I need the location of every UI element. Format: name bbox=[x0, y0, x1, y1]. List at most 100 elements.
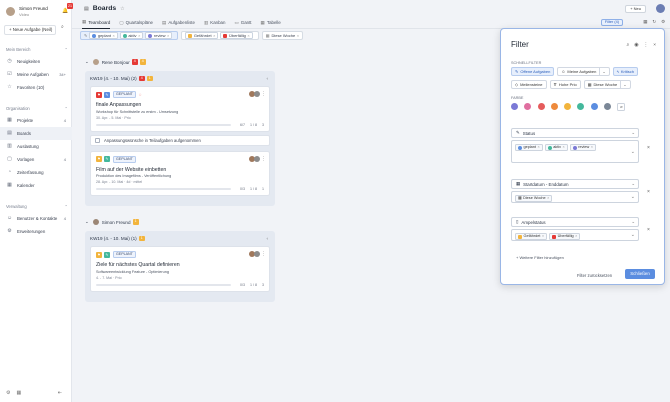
subtask-row[interactable]: Anpassungswünsche in Teilaufgaben aufgen… bbox=[90, 134, 270, 146]
sidebar-item-my-tasks[interactable]: ☑ Meine Aufgaben 34+ bbox=[0, 68, 72, 81]
tab-task-list[interactable]: ▤ Aufgabenliste bbox=[162, 17, 195, 29]
user-profile[interactable]: Simon Freund Video bbox=[0, 0, 71, 21]
chevron-down-icon[interactable]: ⌄ bbox=[599, 68, 606, 75]
remove-filter-icon[interactable]: × bbox=[647, 145, 650, 151]
section-mein-bereich[interactable]: Mein Bereich ⌃ bbox=[6, 47, 68, 52]
ampel-filter-chip[interactable]: Gefährdet × Überfällig × bbox=[181, 31, 259, 40]
status-filter-select[interactable]: ✎ Status ⌄ bbox=[511, 128, 639, 138]
search-icon[interactable]: ⌕ bbox=[627, 43, 630, 48]
quickfilter-high-prio[interactable]: ⇈ Hohe Prio bbox=[549, 80, 581, 89]
refresh-icon[interactable]: ↻ bbox=[652, 19, 656, 24]
sidebar-item-news[interactable]: ◷ Neuigkeiten bbox=[0, 55, 72, 68]
tab-teamboard[interactable]: ▦ Teamboard bbox=[82, 17, 111, 29]
tab-table[interactable]: ▦ Tabelle bbox=[261, 17, 281, 29]
color-swatch[interactable] bbox=[577, 103, 585, 110]
quickfilter-my-tasks[interactable]: ☺ Meine Aufgaben ⌄ bbox=[557, 67, 610, 76]
more-icon[interactable]: ⋮ bbox=[261, 251, 266, 257]
lane-header[interactable]: KW19 (4. - 10. Mai) (1) 1 ‹ bbox=[90, 231, 270, 246]
collapse-icon[interactable]: ‹ bbox=[266, 76, 268, 81]
sidebar-item-workload[interactable]: ▥ Auslastung bbox=[0, 140, 72, 153]
save-icon[interactable]: ◉ bbox=[634, 43, 638, 48]
search-icon[interactable]: ⌕ bbox=[61, 24, 64, 30]
close-icon[interactable]: × bbox=[547, 196, 549, 201]
avatar[interactable] bbox=[656, 4, 665, 13]
no-color-icon[interactable]: ⌀ bbox=[617, 103, 626, 111]
task-card[interactable]: ⚑ ✎ GEPLANT ◌ ⋮ finale Anpassungen Works… bbox=[90, 86, 270, 132]
lane-header[interactable]: KW19 (4. - 10. Mai) (2) 4 1 ‹ bbox=[90, 71, 270, 86]
quickfilter-this-week[interactable]: ▦ Diese Woche ⌄ bbox=[583, 80, 631, 89]
tab-quarterly-plans[interactable]: ▢ Quartalspläne bbox=[119, 17, 153, 29]
new-button[interactable]: + Neu bbox=[625, 5, 646, 13]
color-swatch[interactable] bbox=[564, 103, 572, 110]
sidebar-item-time-tracking[interactable]: ◔ Zeiterfassung bbox=[0, 166, 72, 179]
sidebar-item-extensions[interactable]: ⚙ Erweiterungen bbox=[0, 225, 72, 238]
gear-icon[interactable]: ⚙ bbox=[661, 19, 665, 24]
remove-filter-icon[interactable]: × bbox=[647, 189, 650, 195]
color-swatch[interactable] bbox=[550, 103, 558, 110]
section-organisation[interactable]: Organisation ⌃ bbox=[6, 106, 68, 111]
status-filter-values[interactable]: geplant × aktiv × review × ⌄ bbox=[511, 140, 639, 163]
grid-icon[interactable]: ▦ bbox=[16, 390, 21, 396]
group-header[interactable]: ⌄ Rene Bonjour 4 4 bbox=[85, 56, 275, 68]
close-icon[interactable]: × bbox=[297, 33, 299, 38]
close-icon[interactable]: × bbox=[112, 33, 114, 38]
close-icon[interactable]: × bbox=[653, 43, 656, 48]
close-icon[interactable]: × bbox=[167, 33, 169, 38]
chevron-down-icon[interactable]: ⌄ bbox=[85, 219, 89, 225]
close-icon[interactable]: × bbox=[537, 145, 539, 150]
color-swatch[interactable] bbox=[511, 103, 518, 110]
ampel-filter-select[interactable]: ▯ Ampelstatus ⌄ bbox=[511, 217, 639, 227]
more-icon[interactable]: ⋮ bbox=[261, 156, 266, 162]
status-badge[interactable]: GEPLANT bbox=[113, 155, 136, 163]
sidebar-item-users[interactable]: ☺ Benutzer & Kontakte 4 bbox=[0, 212, 72, 225]
collapse-icon[interactable]: ‹ bbox=[266, 236, 268, 241]
new-task-button[interactable]: + Neue Aufgabe (Neil) bbox=[4, 24, 56, 35]
date-filter-values[interactable]: ▦ Diese Woche × ⌄ bbox=[511, 191, 639, 203]
status-badge[interactable]: GEPLANT bbox=[113, 251, 136, 258]
tab-kanban[interactable]: ▥ Kanban bbox=[204, 17, 225, 29]
collapse-icon[interactable]: ⇤ bbox=[58, 390, 62, 396]
sidebar-item-templates[interactable]: ▢ Vorlagen 4 bbox=[0, 153, 72, 166]
close-button[interactable]: Schließen bbox=[625, 269, 655, 279]
task-card[interactable]: ⚑ ✎ GEPLANT ⋮ Film auf der Website einbe… bbox=[90, 150, 270, 196]
status-filter-chip[interactable]: ✎ geplant × aktiv × review × bbox=[80, 31, 179, 40]
group-header[interactable]: ⌄ Simon Freund 1 bbox=[85, 216, 275, 228]
sidebar-item-boards[interactable]: ▤ Boards bbox=[0, 126, 72, 140]
close-icon[interactable]: × bbox=[542, 234, 544, 239]
ampel-filter-values[interactable]: Gefährdet × Überfällig × ⌄ bbox=[511, 229, 639, 241]
close-icon[interactable]: × bbox=[247, 33, 249, 38]
close-icon[interactable]: × bbox=[591, 145, 593, 150]
quickfilter-milestones[interactable]: ◇ Meilensteine bbox=[511, 80, 547, 89]
grid-icon[interactable]: ▦ bbox=[643, 19, 647, 24]
quickfilter-open-tasks[interactable]: ✎ Offene Aufgaben bbox=[511, 67, 555, 76]
filter-button[interactable]: Filter (4) bbox=[600, 19, 623, 26]
sidebar-item-calendar[interactable]: ▦ Kalender bbox=[0, 179, 72, 192]
chevron-down-icon[interactable]: ⌄ bbox=[85, 59, 89, 65]
favorite-icon[interactable]: ☆ bbox=[120, 6, 124, 12]
task-card[interactable]: ⚑ ✎ GEPLANT ⋮ Ziele für nächstes Quartal… bbox=[90, 246, 270, 292]
sidebar-item-favorites[interactable]: ☆ Favoriten (10) bbox=[0, 81, 72, 94]
color-swatch[interactable] bbox=[524, 103, 532, 110]
color-swatch[interactable] bbox=[590, 103, 598, 110]
add-filter-link[interactable]: + Weitere Filter hinzufügen bbox=[516, 255, 564, 260]
date-filter-chip[interactable]: ▦ Diese Woche × bbox=[261, 31, 304, 40]
checkbox[interactable] bbox=[95, 137, 100, 143]
close-icon[interactable]: × bbox=[575, 234, 577, 239]
sidebar-item-projects[interactable]: ▦ Projekte 4 bbox=[0, 114, 72, 127]
remove-filter-icon[interactable]: × bbox=[647, 227, 650, 233]
date-filter-select[interactable]: ▦ Startdatum - Enddatum ⌄ bbox=[511, 179, 639, 189]
status-badge[interactable]: GEPLANT bbox=[113, 91, 136, 98]
color-swatch[interactable] bbox=[604, 103, 612, 110]
section-verwaltung[interactable]: Verwaltung ⌃ bbox=[6, 204, 68, 209]
chevron-down-icon[interactable]: ⌄ bbox=[620, 81, 627, 88]
color-swatch[interactable] bbox=[537, 103, 545, 110]
more-icon[interactable]: ⋮ bbox=[261, 91, 266, 97]
close-icon[interactable]: × bbox=[138, 33, 140, 38]
reset-filter-button[interactable]: Filter zurücksetzen bbox=[577, 273, 612, 278]
close-icon[interactable]: × bbox=[563, 145, 565, 150]
more-icon[interactable]: ⋮ bbox=[643, 43, 648, 48]
settings-icon[interactable]: ⚙ bbox=[6, 390, 10, 396]
tab-gantt[interactable]: ▭ Gantt bbox=[234, 17, 251, 29]
close-icon[interactable]: × bbox=[213, 33, 215, 38]
quickfilter-critical[interactable]: ϟ Kritisch bbox=[612, 67, 638, 76]
